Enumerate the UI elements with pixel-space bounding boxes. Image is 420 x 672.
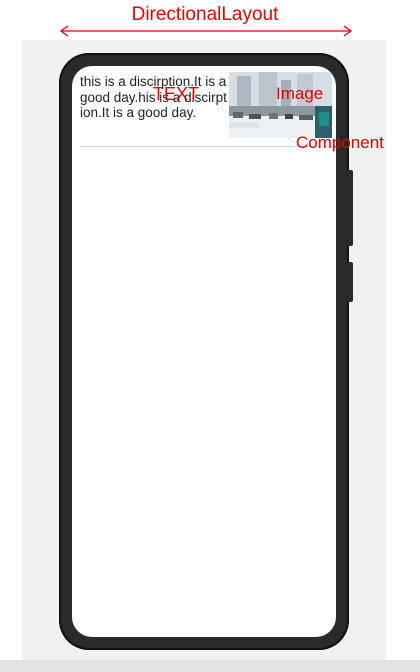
item-divider (80, 146, 332, 147)
street-image (229, 72, 332, 138)
image-annotation: Image (276, 84, 324, 103)
text-annotation: TEXT (153, 84, 200, 104)
component-annotation: Component (296, 133, 384, 152)
power-button (347, 262, 353, 302)
bottom-bar (0, 660, 420, 672)
width-arrow (59, 25, 353, 37)
volume-button (347, 170, 353, 246)
directional-layout-label: DirectionalLayout (131, 4, 279, 25)
